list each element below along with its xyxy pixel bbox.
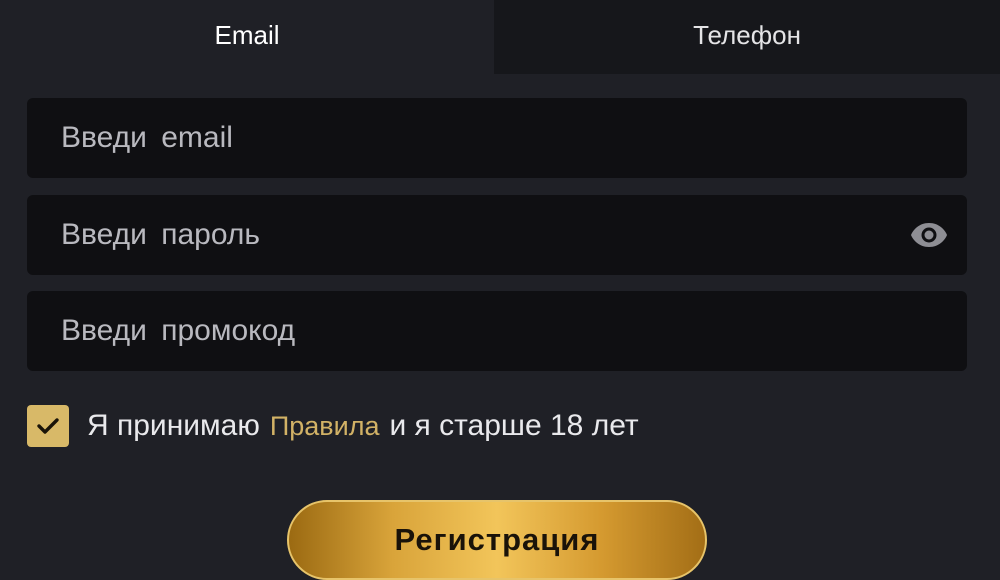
tab-phone[interactable]: Телефон	[494, 0, 1000, 74]
promo-code-input[interactable]	[61, 301, 933, 361]
register-button[interactable]: Регистрация	[287, 500, 707, 580]
auth-method-tabs: Email Телефон	[0, 0, 1000, 74]
tab-email-label: Email	[214, 19, 280, 50]
register-button-label: Регистрация	[394, 522, 600, 557]
password-field-container	[27, 195, 967, 275]
eye-icon[interactable]	[909, 215, 949, 255]
agreement-suffix-text: и я старше 18 лет	[389, 409, 639, 442]
age-rules-agreement: Я принимаю Правила и я старше 18 лет	[27, 405, 639, 447]
promo-field-container	[27, 291, 967, 371]
agreement-prefix-text: Я принимаю	[87, 409, 260, 442]
password-input[interactable]	[61, 205, 909, 265]
email-input[interactable]	[61, 108, 933, 168]
email-field-container	[27, 98, 967, 178]
checkmark-icon	[37, 418, 59, 434]
tab-email[interactable]: Email	[0, 0, 494, 74]
tab-phone-label: Телефон	[693, 19, 801, 50]
registration-form: Email Телефон Я принимаю Правила и я ста	[0, 0, 1000, 580]
rules-link[interactable]: Правила	[270, 411, 380, 442]
agreement-checkbox[interactable]	[27, 405, 69, 447]
